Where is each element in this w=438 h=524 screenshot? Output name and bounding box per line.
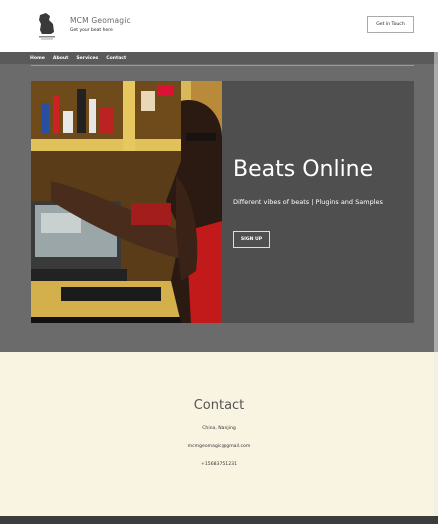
producer-photo <box>31 81 222 323</box>
nav-item-about[interactable]: About <box>53 56 68 61</box>
hero-subtitle: Different vibes of beats | Plugins and S… <box>233 198 383 206</box>
brand-name[interactable]: MCM Geomagic <box>70 16 131 25</box>
brand-tagline: Get your beat here <box>70 28 113 33</box>
contact-email[interactable]: mcmgeomagic@gmail.com <box>0 444 438 449</box>
contact-section: Contact China, Nanjing mcmgeomagic@gmail… <box>0 352 438 516</box>
nav-item-home[interactable]: Home <box>30 56 45 61</box>
scrollbar[interactable] <box>434 52 438 516</box>
brand-logo-icon[interactable] <box>36 12 58 40</box>
nav-item-contact[interactable]: Contact <box>106 56 126 61</box>
contact-location: China, Nanjing <box>202 426 236 431</box>
hero-section: Home About Services Contact Beats Online… <box>0 52 438 352</box>
nav-divider <box>31 65 414 66</box>
main-nav: Home About Services Contact <box>0 52 438 64</box>
contact-title: Contact <box>193 398 245 413</box>
contact-phone[interactable]: +15683751231 <box>0 462 438 467</box>
sign-up-button[interactable]: SIGN UP <box>233 231 270 248</box>
site-footer <box>0 516 438 524</box>
nav-item-services[interactable]: Services <box>76 56 98 61</box>
get-in-touch-button[interactable]: Get in Touch <box>367 16 414 33</box>
hero-panel: Beats Online Different vibes of beats | … <box>31 81 414 323</box>
site-header: MCM Geomagic Get your beat here Get in T… <box>0 0 438 52</box>
hero-title: Beats Online <box>233 157 374 182</box>
